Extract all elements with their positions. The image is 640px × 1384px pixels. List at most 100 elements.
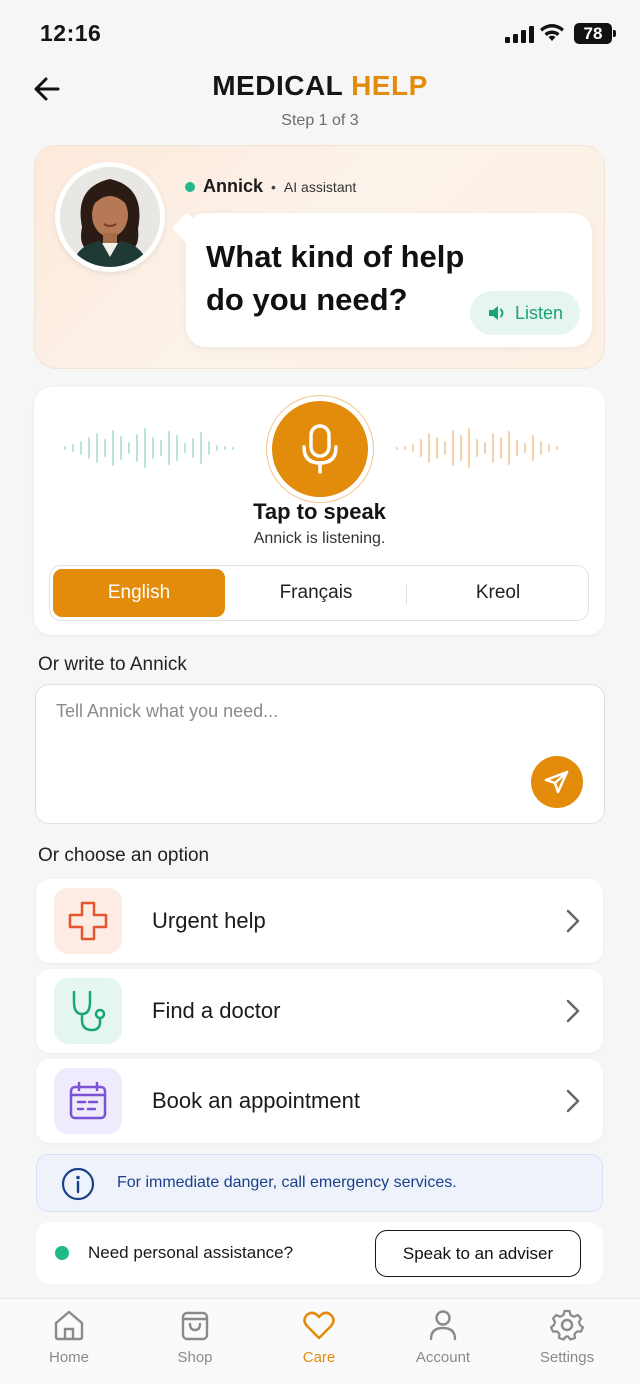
step-indicator: Step 1 of 3 [281, 112, 359, 129]
cellular-signal-icon [505, 26, 534, 43]
waveform-bar [112, 430, 114, 466]
online-status-dot [185, 181, 195, 192]
waveform-bar [232, 446, 234, 450]
nav-settings[interactable]: Settings [512, 1309, 622, 1366]
message-input[interactable] [56, 701, 516, 722]
waveform-bar [168, 431, 170, 465]
voice-input-card: Tap to speak Annick is listening. Englis… [34, 387, 605, 635]
person-icon [429, 1310, 457, 1341]
info-icon [61, 1167, 95, 1201]
assistant-card: Annick • AI assistant What kind of help … [34, 145, 605, 369]
nav-shop[interactable]: Shop [140, 1309, 250, 1366]
emergency-info-banner: For immediate danger, call emergency ser… [36, 1154, 603, 1212]
listening-status: Annick is listening. [253, 530, 386, 547]
option-urgent-help[interactable]: Urgent help [36, 879, 603, 963]
assistant-role: AI assistant [283, 178, 357, 195]
gear-icon [550, 1309, 584, 1341]
option-find-doctor[interactable]: Find a doctor [36, 969, 603, 1053]
nav-care[interactable]: Care [264, 1309, 374, 1366]
nav-account[interactable]: Account [388, 1309, 498, 1366]
status-time: 12:16 [40, 20, 102, 46]
waveform-bar [468, 428, 470, 468]
assistant-question: What kind of help do you need? [206, 239, 465, 317]
appointment-icon-tile [54, 1068, 122, 1134]
waveform-bar [208, 441, 210, 455]
page-title-part1: MEDICAL [212, 70, 343, 101]
waveform-bar [104, 439, 106, 457]
waveform-right [396, 425, 558, 471]
waveform-bar [436, 437, 438, 459]
waveform-bar [144, 428, 146, 468]
waveform-bar [128, 442, 130, 454]
stethoscope-icon [72, 990, 106, 1032]
waveform-bar [548, 444, 550, 452]
heart-icon [303, 1311, 335, 1340]
bottom-navigation: Home Shop Care Account Settings [0, 1298, 640, 1384]
language-option-kreol[interactable]: Kreol [412, 569, 584, 617]
language-divider [406, 584, 407, 604]
calendar-icon [69, 1081, 107, 1120]
waveform-bar [500, 437, 502, 459]
chevron-right-icon [566, 1089, 580, 1113]
waveform-bar [484, 442, 486, 454]
language-option-francais[interactable]: Français [230, 569, 402, 617]
page-title-part2: HELP [351, 70, 428, 101]
waveform-bar [176, 435, 178, 461]
send-icon [544, 770, 569, 794]
speak-to-adviser-button[interactable]: Speak to an adviser [375, 1230, 581, 1277]
waveform-bar [80, 441, 82, 455]
language-switch: English Français Kreol [49, 565, 589, 621]
option-label: Urgent help [152, 908, 266, 933]
language-option-english[interactable]: English [53, 569, 225, 617]
waveform-bar [452, 430, 454, 466]
waveform-bar [556, 446, 558, 450]
doctor-icon-tile [54, 978, 122, 1044]
assistance-prompt: Need personal assistance? [88, 1243, 294, 1262]
waveform-bar [428, 433, 430, 463]
option-book-appointment[interactable]: Book an appointment [36, 1059, 603, 1143]
wifi-icon [540, 24, 564, 41]
waveform-bar [516, 440, 518, 456]
nav-label: Settings [539, 1349, 595, 1366]
write-section-label: Or write to Annick [38, 654, 187, 675]
shopping-bag-icon [181, 1311, 209, 1341]
nav-label: Shop [177, 1349, 213, 1366]
waveform-bar [120, 436, 122, 460]
assistant-portrait [60, 167, 160, 267]
waveform-bar [460, 435, 462, 461]
availability-dot [55, 1246, 69, 1260]
listen-button[interactable]: Listen [470, 291, 580, 335]
assistant-avatar [55, 162, 165, 272]
waveform-bar [152, 437, 154, 459]
nav-label: Home [48, 1349, 89, 1366]
nav-home[interactable]: Home [14, 1309, 124, 1366]
message-box [35, 684, 605, 824]
medical-cross-icon [68, 901, 108, 941]
waveform-bar [508, 431, 510, 465]
chevron-right-icon [566, 909, 580, 933]
waveform-bar [492, 433, 494, 463]
waveform-bar [540, 441, 542, 455]
waveform-bar [396, 446, 398, 450]
waveform-bar [216, 445, 218, 451]
status-bar: 12:16 78 [0, 0, 640, 64]
send-button[interactable] [531, 756, 583, 808]
tap-to-speak-label: Tap to speak [253, 499, 386, 524]
info-text: For immediate danger, call emergency ser… [117, 1174, 457, 1191]
waveform-bar [160, 440, 162, 456]
speaker-icon [488, 306, 504, 320]
microphone-button[interactable] [272, 401, 368, 497]
waveform-bar [476, 439, 478, 457]
waveform-bar [64, 446, 66, 450]
waveform-bar [88, 437, 90, 459]
home-icon [54, 1310, 84, 1341]
assistant-meta: Annick • AI assistant [185, 176, 356, 197]
waveform-bar [96, 433, 98, 463]
waveform-bar [72, 444, 74, 452]
waveform-bar [524, 443, 526, 453]
waveform-bar [184, 443, 186, 453]
options-section-label: Or choose an option [38, 845, 210, 866]
assistant-name: Annick [203, 176, 264, 196]
waveform-bar [404, 446, 406, 450]
personal-assistance-row: Need personal assistance? Speak to an ad… [36, 1222, 603, 1284]
